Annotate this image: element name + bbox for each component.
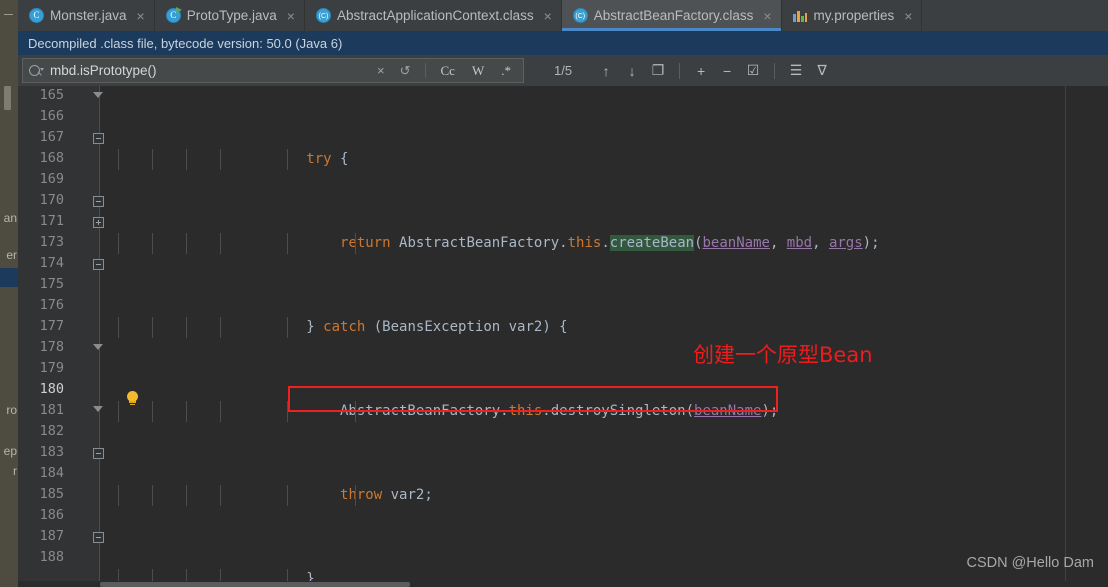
line-number: 177 bbox=[39, 318, 64, 334]
code-line-168[interactable]: AbstractBeanFactory.this.destroySingleto… bbox=[100, 401, 1108, 422]
line-number-current: 180 bbox=[39, 381, 64, 397]
find-nav-buttons: ↑ ↓ ❐ + − ☑ ☰ ∇ bbox=[594, 59, 834, 83]
line-number: 187 bbox=[39, 528, 64, 544]
strip-handle[interactable] bbox=[4, 86, 11, 110]
notification-text: Decompiled .class file, bytecode version… bbox=[28, 35, 343, 51]
whole-words-toggle[interactable]: W bbox=[466, 63, 490, 79]
line-number: 168 bbox=[39, 150, 64, 166]
tool-window-strip-top bbox=[0, 0, 18, 31]
code-line-169[interactable]: throw var2; bbox=[100, 485, 1108, 506]
code-line-167[interactable]: } catch (BeansException var2) { bbox=[100, 317, 1108, 338]
strip-item-0[interactable]: an bbox=[0, 211, 18, 225]
line-number: 188 bbox=[39, 549, 64, 565]
search-history-icon[interactable]: ↺ bbox=[395, 63, 416, 79]
annotation-chinese-note: 创建一个原型Bean bbox=[693, 343, 873, 367]
close-icon[interactable]: × bbox=[137, 9, 145, 23]
line-number: 165 bbox=[39, 87, 64, 103]
strip-item-4[interactable]: ep bbox=[0, 444, 18, 458]
regex-toggle[interactable]: .* bbox=[495, 63, 517, 79]
divider bbox=[774, 62, 776, 79]
tab-label: AbstractApplicationContext.class bbox=[336, 8, 534, 23]
divider bbox=[679, 62, 681, 79]
tab-prototype-java[interactable]: ProtoType.java × bbox=[154, 0, 305, 31]
tab-abstractapplicationcontext-class[interactable]: AbstractApplicationContext.class × bbox=[304, 0, 562, 31]
code-line-165[interactable]: try { bbox=[100, 149, 1108, 170]
tab-my-properties[interactable]: my.properties × bbox=[781, 0, 923, 31]
editor-gutter[interactable]: 165 166 167 168 169 170 171 173 174 175 … bbox=[18, 86, 104, 581]
csdn-watermark: CSDN @Hello Dam bbox=[966, 555, 1094, 571]
strip-item-3[interactable]: ro bbox=[0, 403, 18, 417]
divider bbox=[424, 63, 426, 78]
tool-window-strip-notif bbox=[0, 31, 18, 55]
line-number: 179 bbox=[39, 360, 64, 376]
code-content[interactable]: try { return AbstractBeanFactory.this.cr… bbox=[100, 86, 1108, 581]
line-number: 169 bbox=[39, 171, 64, 187]
add-selection-icon[interactable]: + bbox=[689, 59, 713, 83]
code-line-166[interactable]: return AbstractBeanFactory.this.createBe… bbox=[100, 233, 1108, 254]
compiled-class-icon bbox=[572, 8, 588, 23]
compiled-class-icon bbox=[315, 8, 331, 23]
match-case-toggle[interactable]: Cc bbox=[435, 63, 461, 79]
tab-label: ProtoType.java bbox=[186, 8, 277, 23]
tab-label: my.properties bbox=[813, 8, 895, 23]
tab-label: Monster.java bbox=[50, 8, 127, 23]
line-number: 173 bbox=[39, 234, 64, 250]
properties-file-icon bbox=[792, 8, 808, 23]
filter-icon[interactable]: ∇ bbox=[810, 59, 834, 83]
editor-tab-bar: Monster.java × ProtoType.java × Abstract… bbox=[0, 0, 1108, 31]
line-number: 170 bbox=[39, 192, 64, 208]
code-line-170[interactable]: } bbox=[100, 569, 1108, 581]
line-number: 176 bbox=[39, 297, 64, 313]
scrollbar-thumb[interactable] bbox=[100, 582, 410, 587]
search-input[interactable]: mbd.isPrototype() × ↺ Cc W .* bbox=[22, 58, 524, 83]
clear-search-icon[interactable]: × bbox=[372, 63, 390, 78]
line-number: 181 bbox=[39, 402, 64, 418]
line-number: 183 bbox=[39, 444, 64, 460]
select-all-occurrences-icon[interactable]: ❐ bbox=[646, 59, 670, 83]
close-icon[interactable]: × bbox=[287, 9, 295, 23]
close-icon[interactable]: × bbox=[904, 9, 912, 23]
line-number: 186 bbox=[39, 507, 64, 523]
strip-item-1[interactable]: er bbox=[0, 248, 18, 262]
tab-abstractbeanfactory-class[interactable]: AbstractBeanFactory.class × bbox=[561, 0, 782, 31]
line-number: 166 bbox=[39, 108, 64, 124]
find-toolbar: mbd.isPrototype() × ↺ Cc W .* 1/5 ↑ ↓ ❐ … bbox=[18, 55, 1108, 86]
match-count-label: 1/5 bbox=[554, 63, 573, 78]
find-next-icon[interactable]: ↓ bbox=[620, 59, 644, 83]
left-tool-window-strip[interactable]: an er ro ep r bbox=[0, 86, 18, 587]
line-number: 182 bbox=[39, 423, 64, 439]
idea-window: Monster.java × ProtoType.java × Abstract… bbox=[0, 0, 1108, 587]
line-number: 167 bbox=[39, 129, 64, 145]
line-number: 185 bbox=[39, 486, 64, 502]
remove-selection-icon[interactable]: − bbox=[715, 59, 739, 83]
java-class-icon bbox=[29, 8, 44, 23]
filter-scope-icon[interactable]: ☰ bbox=[784, 59, 808, 83]
close-icon[interactable]: × bbox=[763, 9, 771, 23]
horizontal-scrollbar[interactable] bbox=[18, 581, 1108, 587]
tab-monster-java[interactable]: Monster.java × bbox=[18, 0, 155, 31]
strip-item-5[interactable]: r bbox=[0, 464, 18, 478]
search-icon bbox=[29, 64, 45, 78]
search-input-value: mbd.isPrototype() bbox=[50, 63, 157, 78]
find-previous-icon[interactable]: ↑ bbox=[594, 59, 618, 83]
tab-label: AbstractBeanFactory.class bbox=[593, 8, 754, 23]
select-occurrences-icon[interactable]: ☑ bbox=[741, 59, 765, 83]
line-number: 184 bbox=[39, 465, 64, 481]
line-number: 175 bbox=[39, 276, 64, 292]
line-number: 174 bbox=[39, 255, 64, 271]
close-icon[interactable]: × bbox=[544, 9, 552, 23]
decompiled-notification: Decompiled .class file, bytecode version… bbox=[18, 31, 1108, 55]
line-number: 178 bbox=[39, 339, 64, 355]
java-runnable-class-icon bbox=[165, 7, 182, 23]
line-number: 171 bbox=[39, 213, 64, 229]
strip-item-2[interactable] bbox=[0, 268, 18, 287]
code-editor[interactable]: 165 166 167 168 169 170 171 173 174 175 … bbox=[18, 86, 1108, 581]
tool-window-strip-find bbox=[0, 55, 18, 86]
